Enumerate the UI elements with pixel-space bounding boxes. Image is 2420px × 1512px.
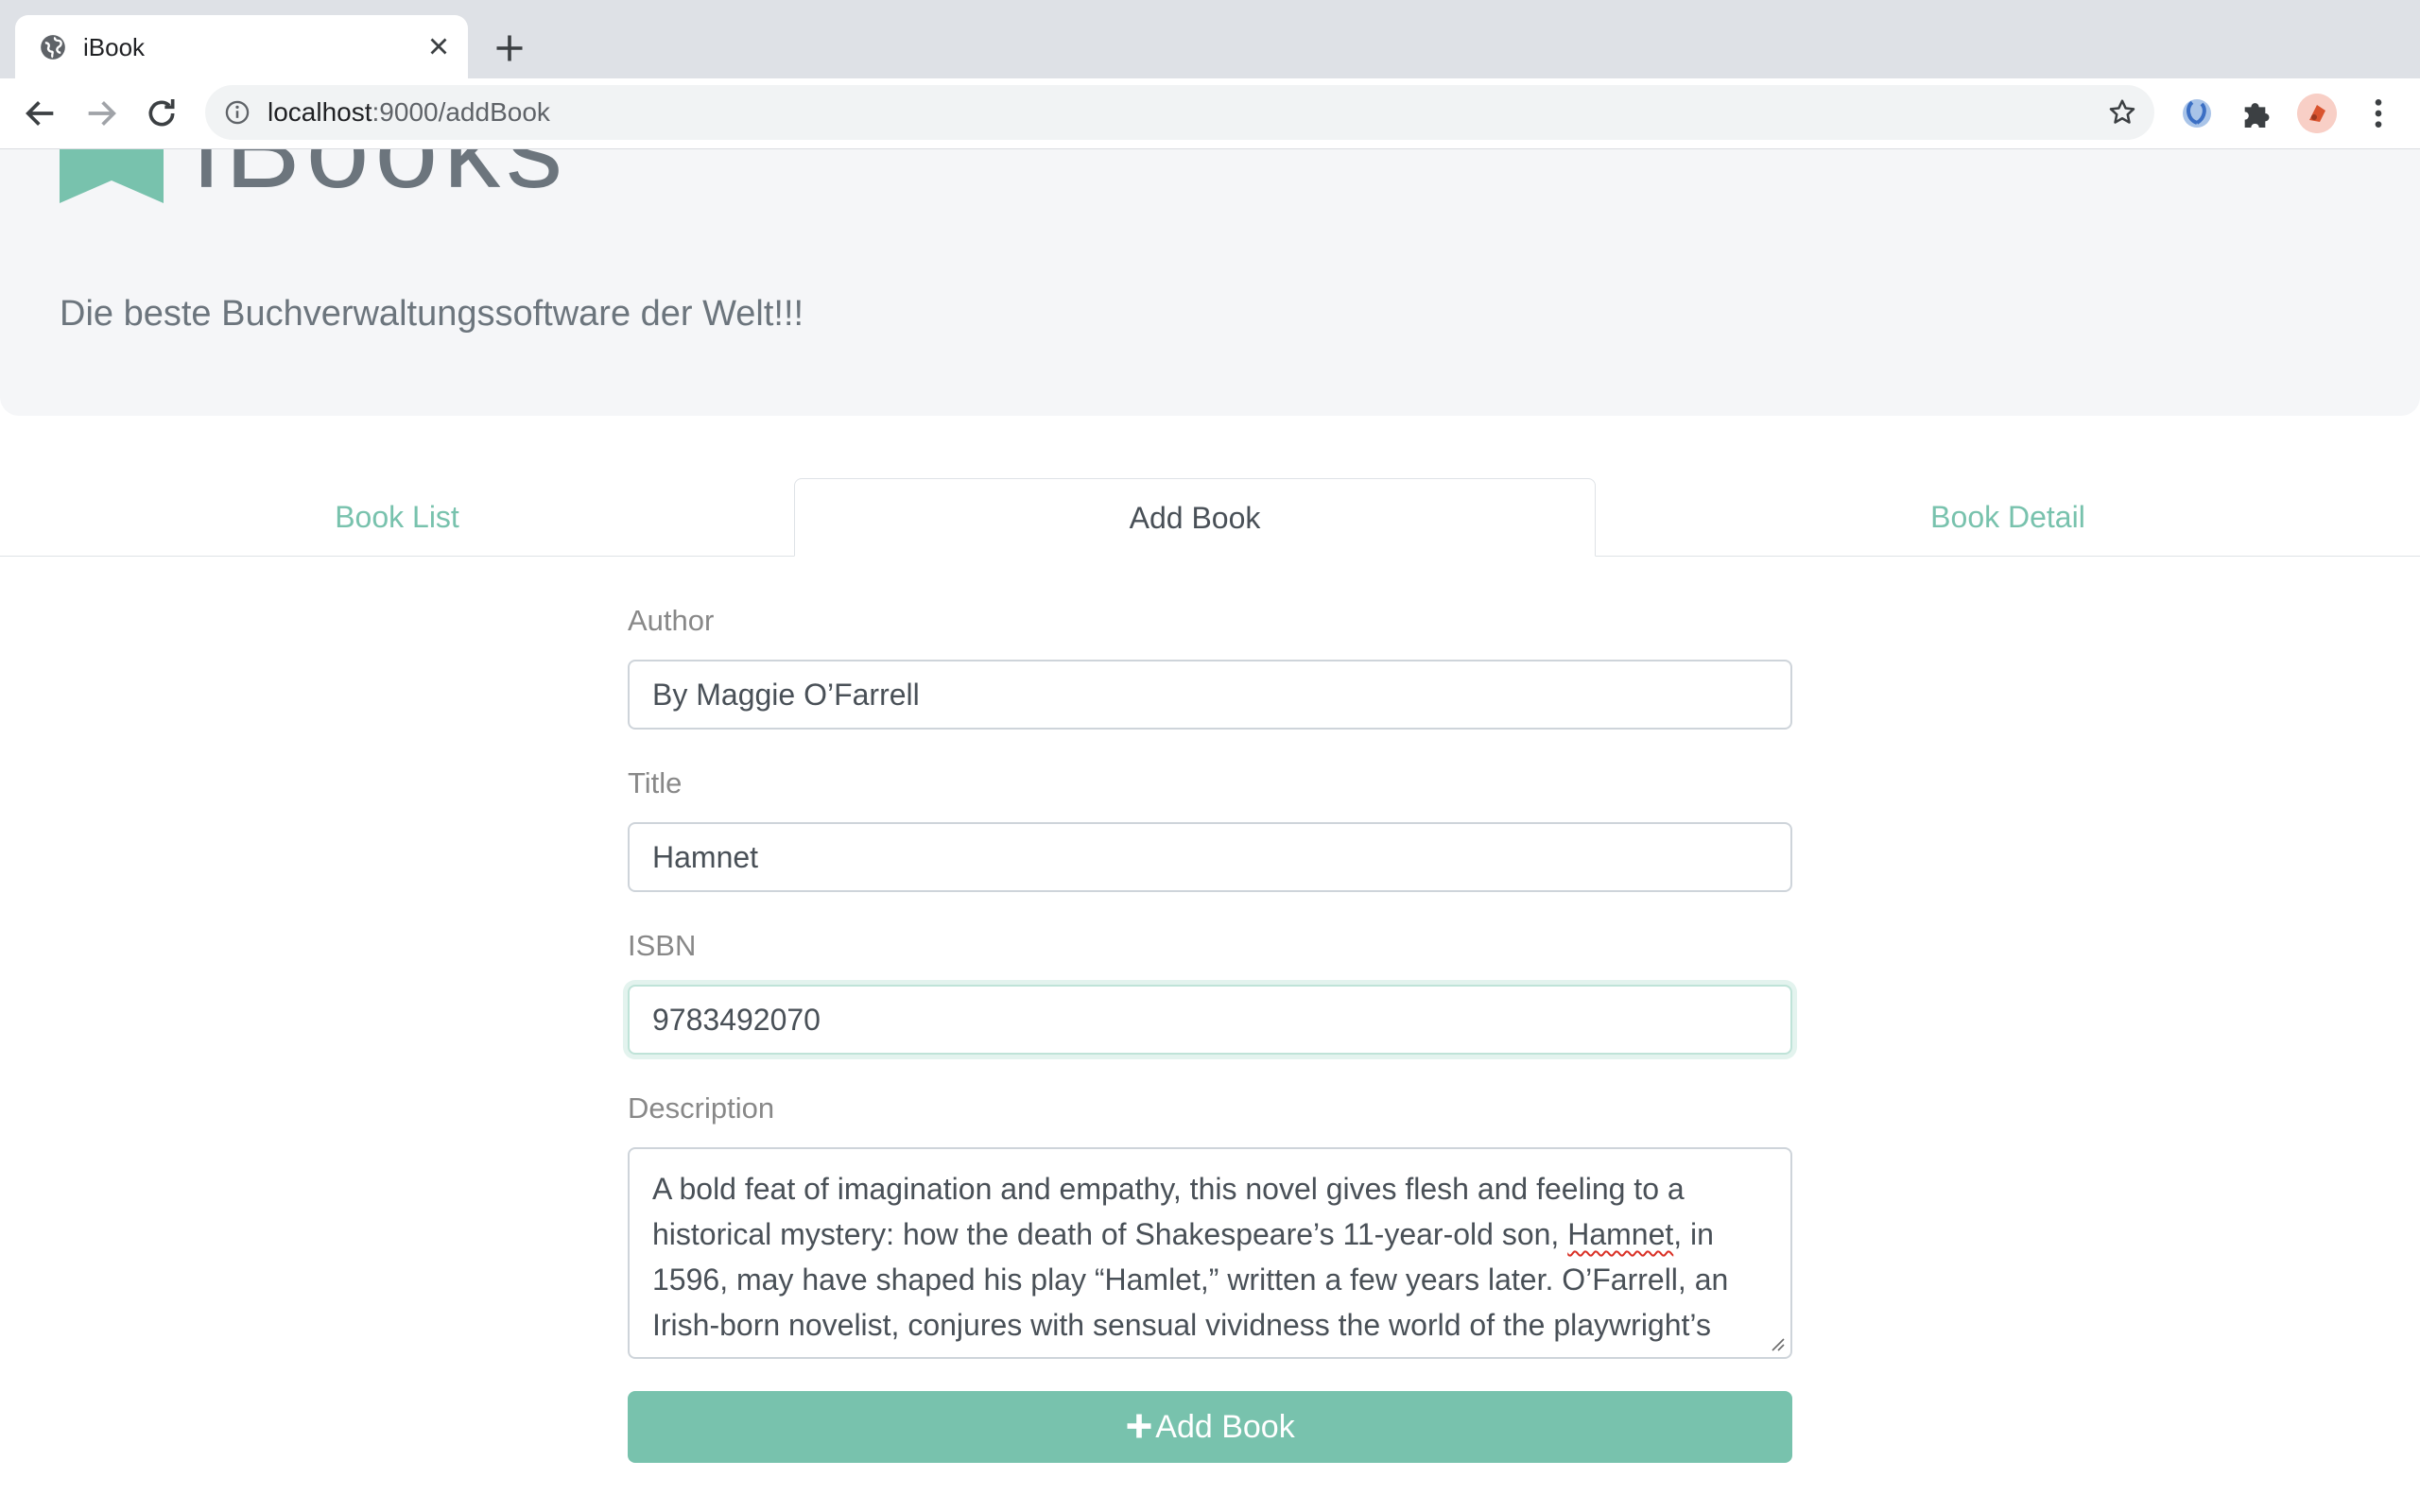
- profile-avatar[interactable]: [2297, 94, 2337, 133]
- isbn-label: ISBN: [628, 929, 697, 962]
- reload-icon[interactable]: [143, 94, 181, 132]
- author-label: Author: [628, 604, 715, 637]
- author-input[interactable]: By Maggie O’Farrell: [628, 660, 1792, 730]
- tab-book-detail[interactable]: Book Detail: [1596, 478, 2420, 557]
- title-label: Title: [628, 766, 683, 799]
- title-input[interactable]: Hamnet: [628, 822, 1792, 892]
- url-path: :9000/addBook: [372, 97, 550, 127]
- isbn-input[interactable]: 9783492070: [628, 985, 1792, 1055]
- address-bar[interactable]: localhost:9000/addBook: [205, 85, 2154, 140]
- tab-book-list[interactable]: Book List: [0, 478, 794, 557]
- browser-toolbar: localhost:9000/addBook: [0, 78, 2420, 149]
- browser-tab[interactable]: iBook: [15, 15, 468, 78]
- extension-swirl-icon[interactable]: [2178, 94, 2216, 132]
- back-arrow-icon[interactable]: [22, 94, 60, 132]
- info-icon[interactable]: [224, 99, 251, 126]
- nav-tabs: Book List Add Book Book Detail: [0, 478, 2420, 558]
- kebab-menu-icon[interactable]: [2360, 94, 2397, 132]
- bookmark-logo-icon: [60, 149, 164, 203]
- misspelled-word: Hamnet: [1567, 1217, 1674, 1251]
- description-textarea[interactable]: A bold feat of imagination and empathy, …: [628, 1147, 1792, 1359]
- plus-icon: [1127, 1414, 1151, 1438]
- globe-icon: [41, 35, 65, 60]
- add-book-button-label: Add Book: [1155, 1409, 1295, 1445]
- puzzle-icon[interactable]: [2238, 94, 2276, 132]
- close-icon[interactable]: [424, 32, 453, 60]
- url-host: localhost: [268, 97, 372, 127]
- logo-text: iBooks: [194, 149, 568, 214]
- url-text[interactable]: localhost:9000/addBook: [268, 96, 550, 129]
- resize-grip-icon[interactable]: [1770, 1336, 1785, 1351]
- description-text-start: A bold feat of imagination and empathy, …: [652, 1172, 1685, 1251]
- browser-tab-strip: iBook: [0, 0, 2420, 78]
- add-book-button[interactable]: Add Book: [628, 1391, 1792, 1463]
- description-label: Description: [628, 1091, 775, 1125]
- logo-wordmark: iBooks: [194, 149, 568, 212]
- header-jumbotron: iBooks Die beste Buchverwaltungssoftware…: [0, 149, 2420, 416]
- tagline: Die beste Buchverwaltungssoftware der We…: [60, 294, 804, 334]
- tab-add-book[interactable]: Add Book: [794, 478, 1596, 557]
- page-content: iBooks Die beste Buchverwaltungssoftware…: [0, 149, 2420, 1512]
- tab-title: iBook: [83, 33, 146, 61]
- avatar-icon: [2297, 94, 2337, 133]
- forward-arrow-icon[interactable]: [82, 94, 120, 132]
- star-icon[interactable]: [2107, 97, 2137, 128]
- new-tab-icon[interactable]: [493, 31, 527, 65]
